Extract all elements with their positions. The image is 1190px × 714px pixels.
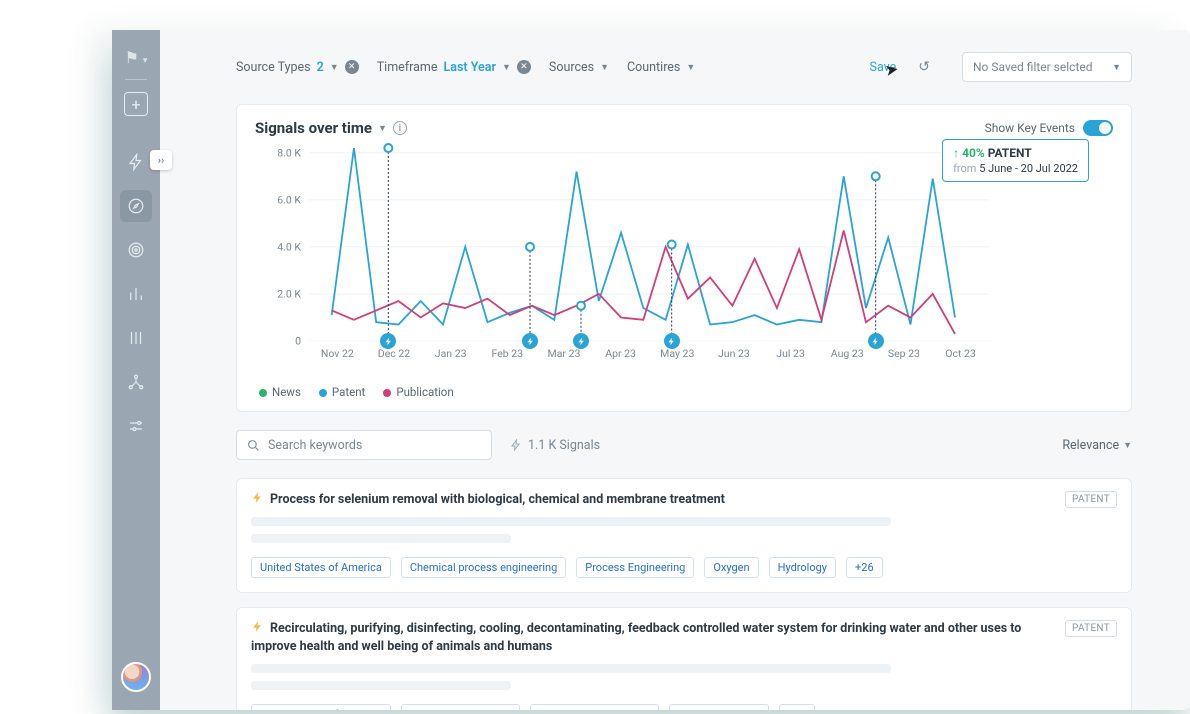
- chevron-down-icon: ▼: [600, 62, 609, 73]
- chevron-down-icon: ▼: [686, 62, 695, 73]
- result-badge: PATENT: [1065, 620, 1117, 637]
- filter-value: Last Year: [444, 60, 496, 75]
- filter-source-types[interactable]: Source Types 2 ▼ ✕: [236, 60, 359, 75]
- compass-icon[interactable]: [120, 190, 152, 222]
- tag-list: United States of America Chemical process…: [251, 557, 1117, 578]
- x-axis-label: Oct 23: [932, 347, 989, 360]
- x-axis-label: May 23: [649, 347, 706, 360]
- undo-icon[interactable]: ↺: [918, 59, 930, 75]
- results-list: PATENTProcess for selenium removal with …: [236, 478, 1132, 710]
- sliders-icon[interactable]: [120, 410, 152, 442]
- x-axis-label: Aug 23: [819, 347, 876, 360]
- chart-legend: News Patent Publication: [259, 385, 1113, 399]
- tag[interactable]: Chemical process engineering: [401, 557, 566, 578]
- bar-chart-icon[interactable]: [120, 278, 152, 310]
- skeleton-line: [251, 534, 511, 543]
- tag[interactable]: Environmental Science: [530, 704, 659, 710]
- result-badge: PATENT: [1065, 491, 1117, 508]
- save-button[interactable]: Save ➤: [870, 60, 897, 75]
- sidebar: ⚑ ▾ + ››: [112, 30, 160, 710]
- x-axis-label: Feb 23: [479, 347, 536, 360]
- search-icon: [247, 439, 260, 452]
- x-axis-label: Jan 23: [422, 347, 479, 360]
- tag[interactable]: United States of America: [251, 704, 391, 710]
- sidebar-expand-handle[interactable]: ››: [150, 150, 172, 170]
- bolt-icon: [510, 439, 522, 451]
- clear-icon[interactable]: ✕: [345, 60, 359, 74]
- chevron-down-icon: ▼: [378, 123, 387, 134]
- filter-timeframe[interactable]: Timeframe Last Year ▼ ✕: [377, 60, 531, 75]
- legend-item[interactable]: Publication: [383, 385, 453, 399]
- avatar[interactable]: [121, 662, 151, 692]
- tag-more[interactable]: +26: [846, 557, 883, 578]
- saved-filter-label: No Saved filter selcted: [973, 60, 1093, 74]
- filter-countries[interactable]: Countires ▼: [627, 60, 695, 75]
- info-icon[interactable]: i: [393, 121, 407, 135]
- chevron-down-icon: ▼: [330, 62, 339, 73]
- x-axis-label: Dec 22: [366, 347, 423, 360]
- tag[interactable]: Process Engineering: [576, 557, 694, 578]
- search-input[interactable]: Search keywords: [236, 430, 492, 460]
- filter-value: 2: [317, 60, 324, 75]
- chart-area: 02.0 K4.0 K6.0 K8.0 K Nov 22Dec 22Jan 23…: [267, 141, 1113, 379]
- saved-filter-dropdown[interactable]: No Saved filter selcted ▼: [962, 52, 1132, 82]
- series-patent: [332, 148, 955, 324]
- skeleton-line: [251, 664, 891, 673]
- result-card[interactable]: PATENTProcess for selenium removal with …: [236, 478, 1132, 593]
- columns-icon[interactable]: [120, 322, 152, 354]
- tag[interactable]: Chemical compound: [401, 704, 520, 710]
- skeleton-line: [251, 681, 511, 690]
- result-title: Process for selenium removal with biolog…: [251, 491, 1117, 509]
- chevron-down-icon: ▼: [1112, 62, 1121, 73]
- x-axis-label: Nov 22: [309, 347, 366, 360]
- filter-sources[interactable]: Sources ▼: [549, 60, 609, 75]
- tag-more[interactable]: +27: [779, 704, 816, 710]
- clear-icon[interactable]: ✕: [517, 60, 531, 74]
- main-content: Source Types 2 ▼ ✕ Timeframe Last Year ▼…: [160, 30, 1190, 710]
- flag-icon[interactable]: ⚑ ▾: [125, 48, 148, 67]
- filter-label: Countires: [627, 60, 680, 75]
- legend-item[interactable]: News: [259, 385, 301, 399]
- show-key-events-toggle[interactable]: Show Key Events: [985, 120, 1113, 136]
- target-icon[interactable]: [120, 234, 152, 266]
- add-button[interactable]: +: [124, 92, 148, 116]
- bolt-icon: [251, 620, 264, 633]
- tag[interactable]: Drinking Science: [669, 704, 768, 710]
- tag[interactable]: Oxygen: [704, 557, 758, 578]
- toggle-switch[interactable]: [1083, 120, 1113, 136]
- x-axis-label: Jul 23: [762, 347, 819, 360]
- result-title: Recirculating, purifying, disinfecting, …: [251, 620, 1117, 656]
- bolt-icon[interactable]: [120, 146, 152, 178]
- tag[interactable]: Hydrology: [769, 557, 836, 578]
- filter-label: Source Types: [236, 60, 311, 75]
- chevron-down-icon: ▼: [1123, 440, 1132, 451]
- bolt-icon: [251, 491, 264, 504]
- y-axis-labels: 02.0 K4.0 K6.0 K8.0 K: [267, 141, 301, 341]
- x-axis-label: Jun 23: [706, 347, 763, 360]
- signal-count: 1.1 K Signals: [510, 438, 600, 453]
- chevron-down-icon: ▼: [502, 62, 511, 73]
- search-placeholder: Search keywords: [268, 438, 362, 453]
- chart-plot: [309, 141, 989, 341]
- network-icon[interactable]: [120, 366, 152, 398]
- legend-item[interactable]: Patent: [319, 385, 365, 399]
- chart-card: Signals over time ▼ i Show Key Events 02…: [236, 104, 1132, 412]
- tag[interactable]: United States of America: [251, 557, 391, 578]
- filter-label: Sources: [549, 60, 594, 75]
- separator: [125, 79, 147, 80]
- filter-bar: Source Types 2 ▼ ✕ Timeframe Last Year ▼…: [236, 52, 1132, 82]
- x-axis-label: Mar 23: [536, 347, 593, 360]
- skeleton-line: [251, 517, 891, 526]
- x-axis-label: Apr 23: [592, 347, 649, 360]
- x-axis-label: Sep 23: [876, 347, 933, 360]
- search-row: Search keywords 1.1 K Signals Relevance …: [236, 430, 1132, 460]
- chart-title[interactable]: Signals over time ▼ i: [255, 119, 407, 137]
- result-card[interactable]: PATENTRecirculating, purifying, disinfec…: [236, 607, 1132, 710]
- x-axis-labels: Nov 22Dec 22Jan 23Feb 23Mar 23Apr 23May …: [309, 347, 1113, 360]
- chart-tooltip: ↑ 40% PATENT from 5 June - 20 Jul 2022: [942, 139, 1089, 182]
- tag-list: United States of America Chemical compoun…: [251, 704, 1117, 710]
- cursor-icon: ➤: [883, 58, 900, 79]
- filter-label: Timeframe: [377, 60, 438, 75]
- sort-dropdown[interactable]: Relevance ▼: [1062, 438, 1132, 453]
